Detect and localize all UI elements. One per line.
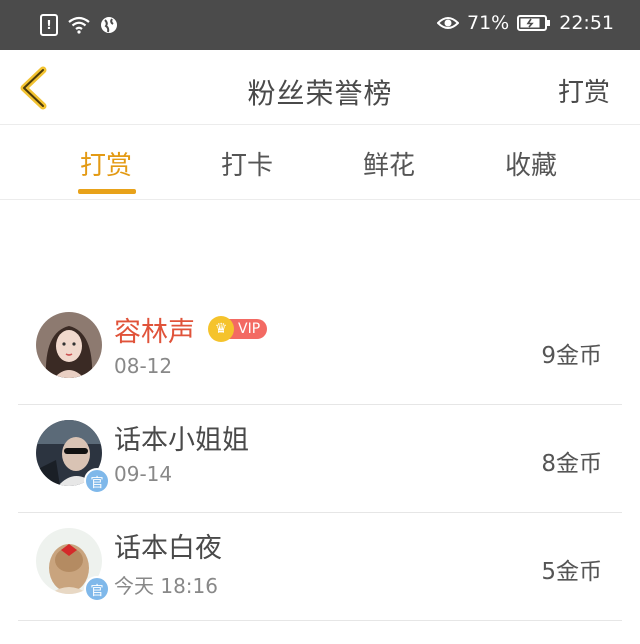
alert-icon: ! [40,14,58,36]
user-name: 话本小姐姐 [114,425,249,456]
date: 今天 18:16 [114,574,218,598]
battery-percent: 71% [467,12,510,34]
user-name: 容林声 [114,317,195,348]
active-tab-indicator [78,189,136,194]
user-name: 话本白夜 [114,533,222,564]
coin-amount: 9金币 [541,343,602,369]
list-item[interactable]: 容林声 ♛ VIP 08-12 9金币 [18,296,622,405]
tab-checkin[interactable]: 打卡 [221,145,273,182]
list-item[interactable]: 官 话本白夜 今天 18:16 5金币 [18,512,622,621]
coin-amount: 5金币 [541,559,602,585]
tab-reward[interactable]: 打赏 [80,145,132,182]
avatar [36,312,102,378]
vip-badge: ♛ VIP [208,316,268,342]
official-badge: 官 [84,576,110,602]
tab-flowers[interactable]: 鲜花 [363,145,415,182]
eye-comfort-icon [437,17,459,29]
date: 09-14 [114,462,173,486]
date: 08-12 [114,354,173,378]
page-title: 粉丝荣誉榜 [247,77,393,110]
reward-button[interactable]: 打赏 [558,72,610,109]
app-header: 粉丝荣誉榜 打赏 [0,50,640,125]
crown-icon: ♛ [208,316,234,342]
tab-favorites[interactable]: 收藏 [505,145,557,182]
wifi-icon [68,16,90,34]
list-item[interactable]: 官 话本小姐姐 09-14 8金币 [18,404,622,513]
status-bar: ! 71% 22:51 [0,0,640,50]
battery-icon [517,15,551,31]
coin-amount: 8金币 [541,451,602,477]
clock: 22:51 [559,12,614,34]
official-badge: 官 [84,468,110,494]
globe-icon [101,17,117,33]
